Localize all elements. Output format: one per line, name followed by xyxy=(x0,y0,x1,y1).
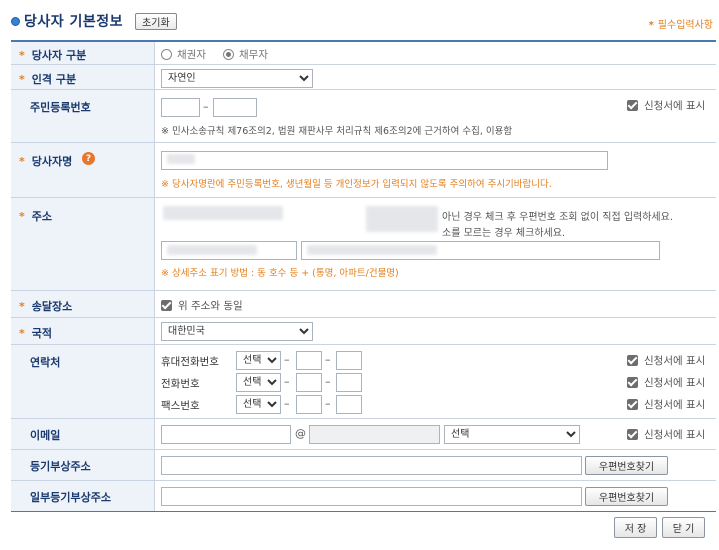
label-address: 주소 xyxy=(31,210,53,223)
row-email: 이메일 @ 선택 신청서에 표시 xyxy=(11,419,716,450)
row-reg-addr: 등기부상주소 우편번호찾기 xyxy=(11,450,716,481)
label-fax: 팩스번호 xyxy=(161,400,200,412)
radio-debtor[interactable]: 채무자 xyxy=(223,47,268,62)
label-person-type: 인격 구분 xyxy=(31,73,77,86)
phone-show-checkbox[interactable]: 신청서에 표시 xyxy=(627,375,705,390)
fax-last-input[interactable] xyxy=(336,395,362,414)
resident-no-show-checkbox[interactable]: 신청서에 표시 xyxy=(627,98,705,113)
required-note: * 필수입력사항 xyxy=(649,16,713,31)
redacted-address-2 xyxy=(366,206,438,232)
label-email: 이메일 xyxy=(30,429,61,442)
mobile-show-checkbox[interactable]: 신청서에 표시 xyxy=(627,353,705,368)
address-note-2: 소를 모르는 경우 체크하세요. xyxy=(442,228,566,239)
resident-no-first[interactable] xyxy=(161,98,200,117)
redacted-address-3 xyxy=(167,245,257,255)
nationality-select[interactable]: 대한민국 xyxy=(161,322,313,341)
row-partial-reg-addr: 일부등기부상주소 우편번호찾기 xyxy=(11,481,716,512)
section-header: 당사자 기본정보 초기화 xyxy=(11,11,177,31)
resident-no-note: ※ 민사소송규칙 제76조의2, 법원 재판사무 처리규칙 제6조의2에 근거하… xyxy=(161,126,513,137)
page-title: 당사자 기본정보 xyxy=(24,14,124,30)
phone-last-input[interactable] xyxy=(336,373,362,392)
label-contact: 연락처 xyxy=(30,356,61,369)
party-name-note: ※ 당사자명란에 주민등록번호, 생년월일 등 개인정보가 입력되지 않도록 주… xyxy=(161,179,552,190)
bullet-icon xyxy=(11,16,20,26)
address-note-1: 아닌 경우 체크 후 우편번호 조회 없이 직접 입력하세요. xyxy=(442,212,674,223)
mobile-mid-input[interactable] xyxy=(296,351,322,370)
save-button[interactable]: 저 장 xyxy=(614,517,657,538)
person-type-select[interactable]: 자연인 xyxy=(161,69,313,88)
row-delivery: * 송달장소 위 주소와 동일 xyxy=(11,291,716,318)
label-delivery: 송달장소 xyxy=(31,300,73,313)
reg-addr-zip-button[interactable]: 우편번호찾기 xyxy=(585,456,668,475)
address-note-3: ※ 상세주소 표기 방법 : 동 호수 등 + (통명, 아파트/건물명) xyxy=(161,268,399,279)
fax-show-checkbox[interactable]: 신청서에 표시 xyxy=(627,397,705,412)
label-reg-addr: 등기부상주소 xyxy=(30,460,91,473)
fax-mid-input[interactable] xyxy=(296,395,322,414)
resident-no-second[interactable] xyxy=(213,98,257,117)
label-phone: 전화번호 xyxy=(161,378,200,390)
redacted-address-1 xyxy=(163,206,283,220)
email-domain-input[interactable] xyxy=(309,425,440,444)
label-partial-reg-addr: 일부등기부상주소 xyxy=(30,491,111,504)
row-nationality: * 국적 대한민국 xyxy=(11,318,716,345)
redacted-name xyxy=(167,154,195,164)
email-show-checkbox[interactable]: 신청서에 표시 xyxy=(627,427,705,442)
row-person-type: * 인격 구분 자연인 xyxy=(11,65,716,90)
phone-mid-input[interactable] xyxy=(296,373,322,392)
redacted-address-4 xyxy=(307,245,437,255)
reset-button[interactable]: 초기화 xyxy=(135,12,177,30)
label-party-type: 당사자 구분 xyxy=(31,49,87,62)
row-contact: 연락처 휴대전화번호 선택 – – 신청서에 표시 전화번호 선택 – – 신청… xyxy=(11,345,716,419)
help-icon[interactable]: ? xyxy=(82,152,95,165)
mobile-last-input[interactable] xyxy=(336,351,362,370)
party-form: * 당사자 구분 채권자 채무자 * 인격 구분 자연인 주민등록번호 – 신청서에… xyxy=(11,40,716,512)
row-address: * 주소 아닌 경우 체크 후 우편번호 조회 없이 직접 입력하세요. 소를 모… xyxy=(11,198,716,291)
label-resident-no: 주민등록번호 xyxy=(30,101,91,114)
close-button[interactable]: 닫 기 xyxy=(662,517,705,538)
row-party-name: * 당사자명 ? ※ 당사자명란에 주민등록번호, 생년월일 등 개인정보가 입력… xyxy=(11,143,716,198)
mobile-prefix-select[interactable]: 선택 xyxy=(236,351,281,370)
at-sign: @ xyxy=(295,427,306,440)
email-domain-select[interactable]: 선택 xyxy=(444,425,580,444)
delivery-same-checkbox[interactable]: 위 주소와 동일 xyxy=(161,298,243,313)
email-id-input[interactable] xyxy=(161,425,291,444)
reg-addr-input[interactable] xyxy=(161,456,582,475)
partial-reg-addr-input[interactable] xyxy=(161,487,582,506)
party-name-input[interactable] xyxy=(161,151,608,170)
required-note-text: 필수입력사항 xyxy=(657,20,713,31)
row-party-type: * 당사자 구분 채권자 채무자 xyxy=(11,42,716,65)
fax-prefix-select[interactable]: 선택 xyxy=(236,395,281,414)
label-mobile: 휴대전화번호 xyxy=(161,356,219,368)
asterisk: * xyxy=(648,20,654,31)
radio-creditor[interactable]: 채권자 xyxy=(161,47,206,62)
phone-prefix-select[interactable]: 선택 xyxy=(236,373,281,392)
label-party-name: 당사자명 xyxy=(31,155,73,168)
partial-reg-addr-zip-button[interactable]: 우편번호찾기 xyxy=(585,487,668,506)
label-nationality: 국적 xyxy=(31,327,53,340)
row-resident-no: 주민등록번호 – 신청서에 표시 ※ 민사소송규칙 제76조의2, 법원 재판사… xyxy=(11,90,716,143)
